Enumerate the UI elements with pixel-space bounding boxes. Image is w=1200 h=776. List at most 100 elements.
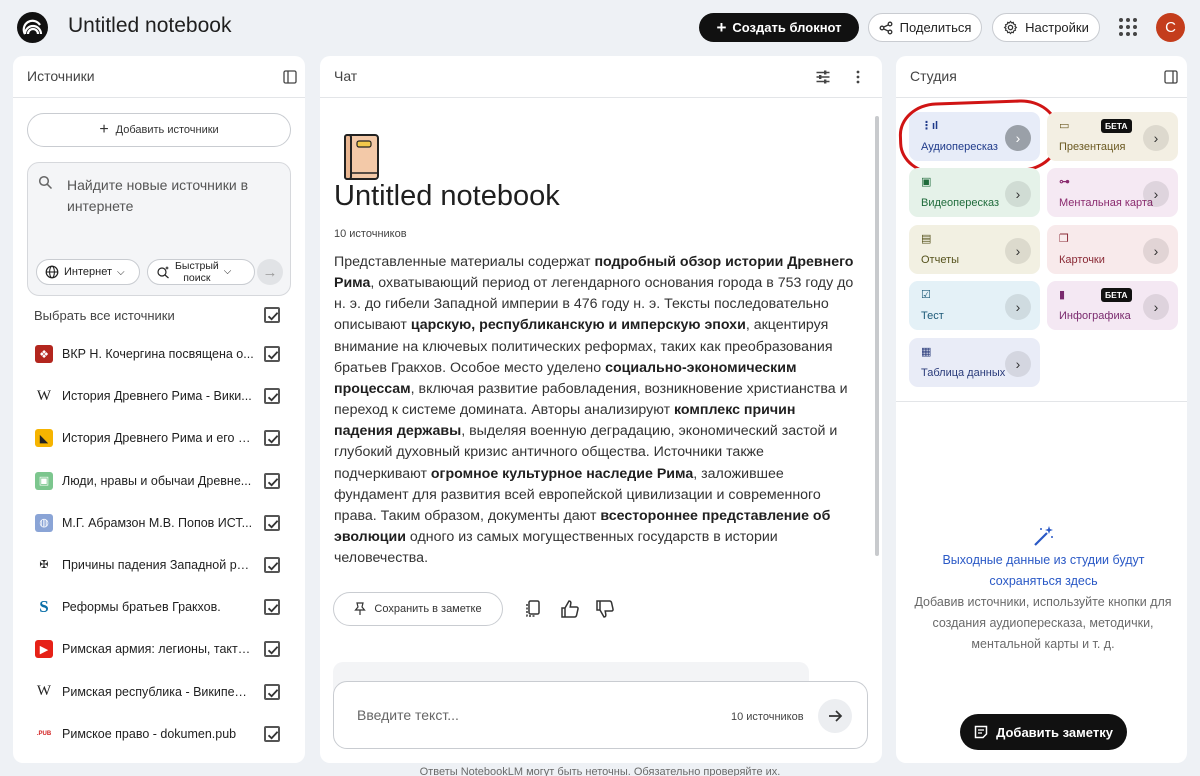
add-sources-button[interactable]: + Добавить источники: [27, 113, 291, 147]
green-book-icon: ▣: [35, 471, 53, 490]
source-search-box: Найдите новые источники в интернете Инте…: [27, 162, 291, 296]
chevron-right-icon[interactable]: ›: [1005, 294, 1031, 320]
plus-icon: +: [716, 18, 727, 37]
collapse-panel-icon[interactable]: [1164, 70, 1178, 84]
gear-icon: [1003, 20, 1018, 35]
chevron-right-icon[interactable]: ›: [1143, 294, 1169, 320]
studio-tile-flashcards[interactable]: ❐ Карточки ›: [1047, 225, 1178, 274]
avatar[interactable]: С: [1156, 13, 1185, 42]
web-source-dropdown[interactable]: Интернет ⌵: [36, 259, 140, 285]
studio-tile-quiz[interactable]: ☑ Тест ›: [909, 281, 1040, 330]
studio-tile-slides[interactable]: ▭ Презентация › БЕТА: [1047, 112, 1178, 161]
select-all-checkbox[interactable]: [264, 307, 280, 323]
flashcards-icon: ❐: [1059, 233, 1069, 245]
source-item[interactable]: ❖ ВКР Н. Кочергина посвящена о...: [13, 333, 305, 375]
notebooklm-logo-icon[interactable]: [17, 12, 48, 43]
source-item[interactable]: ◍ М.Г. Абрамзон М.В. Попов ИСТ...: [13, 502, 305, 544]
source-item[interactable]: S Реформы братьев Гракхов.: [13, 586, 305, 628]
source-checkbox[interactable]: [264, 725, 280, 742]
source-item[interactable]: ✠ Причины падения Западной ри...: [13, 544, 305, 586]
search-submit-button[interactable]: →: [257, 259, 283, 285]
source-checkbox[interactable]: [264, 514, 280, 531]
studio-tile-audio-waveform[interactable]: ⋮ıl Аудиопересказ ›: [897, 98, 1061, 176]
chevron-right-icon[interactable]: ›: [1143, 238, 1169, 264]
document-red-icon: ❖: [35, 345, 53, 363]
search-icon: [38, 175, 53, 190]
source-item[interactable]: ▣ Люди, нравы и обычаи Древне...: [13, 460, 305, 502]
fast-search-dropdown[interactable]: Быстрый поиск ⌵: [147, 259, 255, 285]
sources-header: Источники: [13, 56, 305, 98]
notebook-title[interactable]: Untitled notebook: [68, 14, 231, 38]
summary-highlight: огромное культурное наследие Рима: [430, 465, 694, 482]
chat-input-box: Введите текст... 10 источников: [333, 681, 868, 749]
source-checkbox[interactable]: [264, 683, 280, 700]
share-button[interactable]: Поделиться: [868, 13, 982, 42]
chat-scrollbar[interactable]: [875, 116, 879, 556]
chevron-right-icon[interactable]: ›: [1143, 125, 1169, 151]
source-checkbox[interactable]: [264, 388, 280, 405]
chevron-right-icon[interactable]: ›: [1005, 238, 1031, 264]
studio-tile-table[interactable]: ▦ Таблица данных ›: [909, 338, 1040, 387]
yellow-site-icon: ◣: [35, 429, 53, 448]
emblem-icon: ✠: [39, 559, 49, 572]
studio-tile-label: Таблица данных: [921, 367, 1006, 379]
apps-grid-icon[interactable]: [1119, 18, 1137, 36]
source-checkbox[interactable]: [264, 472, 280, 489]
studio-tile-label: Карточки: [1059, 254, 1105, 266]
pin-icon: [354, 602, 367, 615]
source-checkbox[interactable]: [264, 556, 280, 573]
tune-icon[interactable]: [815, 69, 831, 85]
chevron-right-icon[interactable]: ›: [1005, 351, 1031, 377]
source-item-label: Римская армия: легионы, такти...: [62, 642, 254, 657]
source-checkbox[interactable]: [264, 641, 280, 658]
studio-empty-description: Добавив источники, используйте кнопки дл…: [914, 595, 1172, 651]
thumbs-down-icon[interactable]: [595, 599, 615, 619]
chat-input[interactable]: Введите текст...: [357, 707, 459, 723]
notebook-summary: Представленные материалы содержат подроб…: [334, 252, 858, 569]
create-notebook-button[interactable]: + Создать блокнот: [699, 13, 859, 42]
chevron-right-icon[interactable]: ›: [1005, 181, 1031, 207]
source-search-input[interactable]: Найдите новые источники в интернете: [67, 175, 277, 217]
chevron-right-icon[interactable]: ›: [1143, 181, 1169, 207]
studio-tile-mindmap[interactable]: ⊶ Ментальная карта ›: [1047, 168, 1178, 217]
pub-icon: .PUB: [36, 730, 52, 737]
save-to-note-button[interactable]: Сохранить в заметке: [333, 592, 503, 626]
arrow-right-icon: →: [262, 263, 278, 281]
add-note-button[interactable]: Добавить заметку: [960, 714, 1127, 750]
send-button[interactable]: [818, 699, 852, 733]
chat-header: Чат: [320, 56, 882, 98]
collapse-panel-icon[interactable]: [283, 70, 297, 84]
settings-button[interactable]: Настройки: [992, 13, 1100, 42]
source-item[interactable]: W Римская республика - Википедия: [13, 671, 305, 713]
sparkle-search-icon: [157, 266, 169, 279]
sources-title: Источники: [27, 68, 95, 84]
thumbs-up-icon[interactable]: [560, 599, 580, 619]
source-checkbox[interactable]: [264, 430, 280, 447]
source-item[interactable]: ▶ Римская армия: легионы, такти...: [13, 628, 305, 670]
more-vert-icon[interactable]: [852, 69, 864, 85]
beta-badge: БЕТА: [1101, 288, 1132, 302]
studio-tile-infographic[interactable]: ▮ Инфографика › БЕТА: [1047, 281, 1178, 330]
source-checkbox[interactable]: [264, 346, 280, 362]
top-bar: Untitled notebook + Создать блокнот Поде…: [0, 0, 1200, 56]
table-icon: ▦: [921, 346, 932, 358]
source-checkbox[interactable]: [264, 599, 280, 616]
studio-tile-video[interactable]: ▣ Видеопересказ ›: [909, 168, 1040, 217]
chevron-down-icon: ⌵: [223, 266, 232, 277]
share-icon: [879, 21, 893, 34]
source-item[interactable]: .PUB Римское право - dokumen.pub: [13, 713, 305, 755]
source-item-label: Причины падения Западной ри...: [62, 557, 254, 572]
studio-empty-title: Выходные данные из студии будут сохранят…: [942, 553, 1145, 588]
copy-icon[interactable]: [523, 599, 543, 619]
s-logo-icon: S: [39, 597, 49, 617]
studio-tile-label: Отчеты: [921, 254, 960, 266]
wikipedia-icon: W: [36, 683, 52, 699]
studio-tile-label: Тест: [921, 310, 944, 322]
notebook-emoji-icon: [344, 134, 379, 180]
fast-search-line1: Быстрый: [175, 260, 219, 272]
source-item[interactable]: ◣ История Древнего Рима и его п...: [13, 417, 305, 459]
source-item[interactable]: W История Древнего Рима - Вики...: [13, 375, 305, 417]
quiz-icon: ☑: [921, 289, 931, 301]
studio-tile-reports[interactable]: ▤ Отчеты ›: [909, 225, 1040, 274]
mindmap-icon: ⊶: [1059, 176, 1070, 188]
